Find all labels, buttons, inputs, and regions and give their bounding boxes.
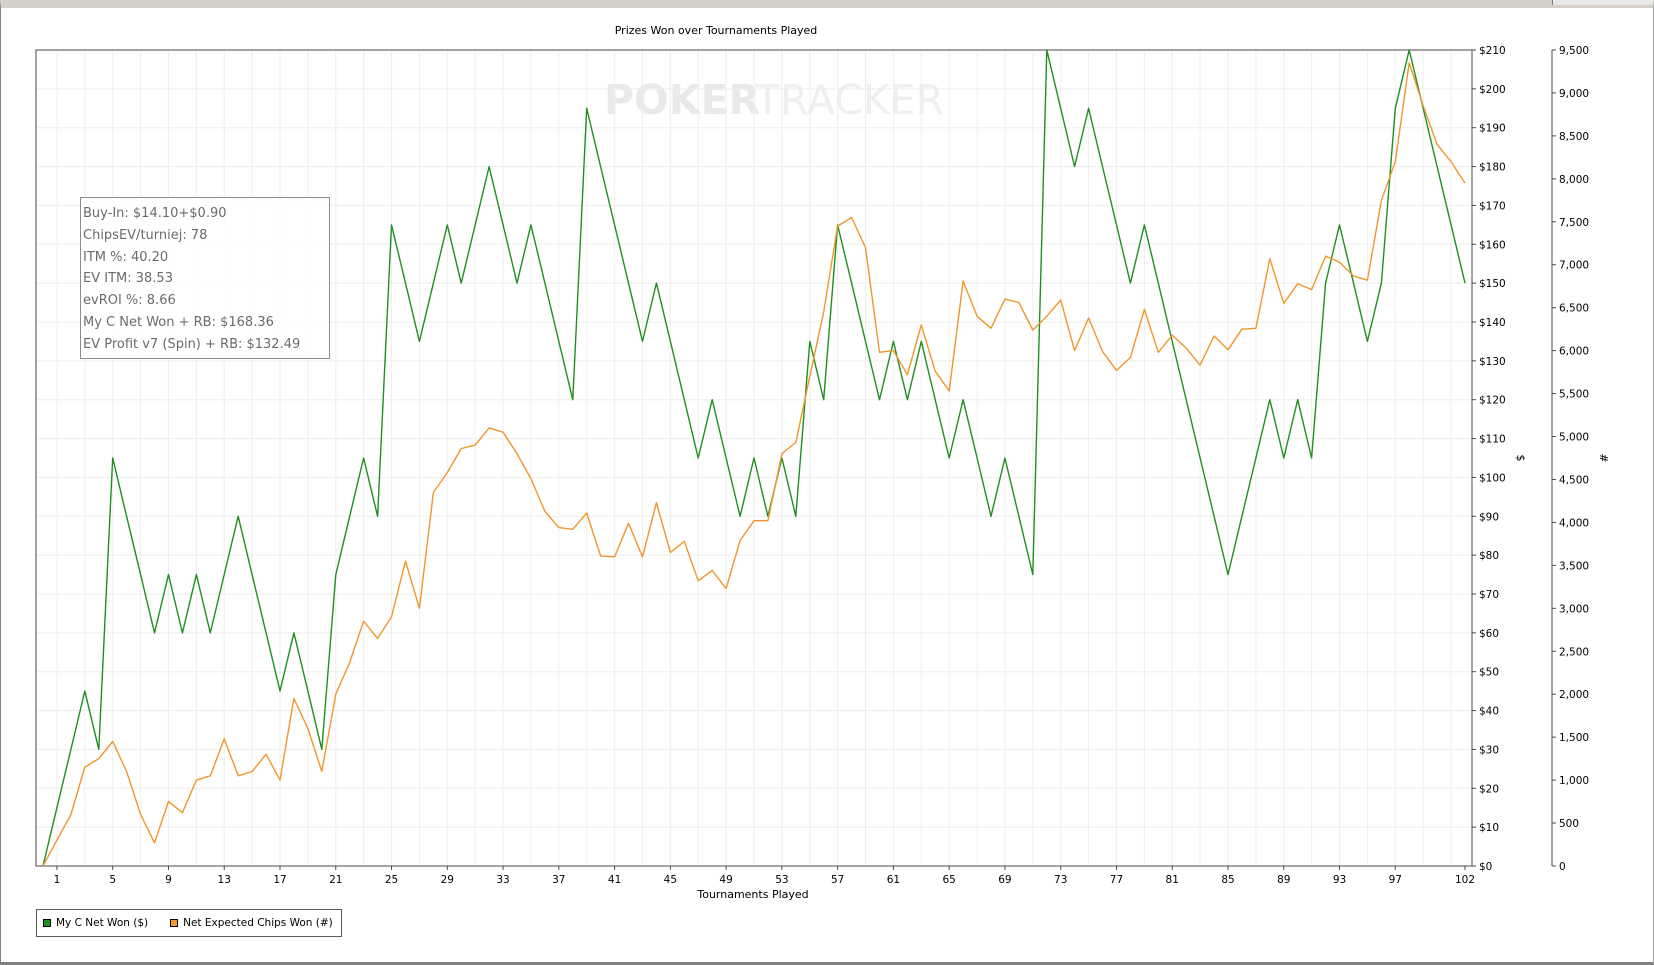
stat-buy-in: Buy-In: $14.10+$0.90: [83, 206, 227, 221]
x-tick-label: 57: [831, 874, 844, 886]
y-axis-dollar: $0 $10 $20 $30 $40 $50 $60 $70 $80 $90 $100 $110 $12…: [1471, 45, 1506, 873]
x-tick-label: 37: [552, 874, 565, 886]
y-tick-dollar-label: $90: [1479, 511, 1499, 523]
watermark-poker: POKER: [604, 76, 760, 124]
x-tick-label: 33: [496, 874, 509, 886]
y-tick-chips-label: 3,500: [1559, 560, 1589, 572]
x-tick-label: 41: [608, 874, 621, 886]
x-tick-label: 81: [1166, 874, 1179, 886]
y-tick-dollar-label: $100: [1479, 472, 1506, 484]
y-axis-chips: 0 500 1,000 1,500 2,000 2,500 3,000 3,500 4,000 4…: [1551, 45, 1589, 873]
x-tick-label: 73: [1054, 874, 1067, 886]
y-tick-chips-label: 7,000: [1559, 260, 1589, 272]
x-tick-label: 5: [109, 874, 116, 886]
stat-net-won: My C Net Won + RB: $168.36: [83, 314, 274, 330]
y-tick-chips-label: 9,000: [1559, 88, 1589, 100]
x-tick-label: 85: [1221, 874, 1234, 886]
y-tick-dollar-label: $190: [1479, 123, 1506, 135]
y-tick-dollar-label: $10: [1479, 822, 1499, 834]
stat-evroi: evROI %: 8.66: [83, 293, 176, 309]
x-tick-label: 13: [218, 874, 231, 886]
stat-ev-itm: EV ITM: 38.53: [83, 271, 173, 287]
y-tick-dollar-label: $0: [1479, 861, 1492, 873]
x-tick-label: 25: [385, 874, 398, 886]
y-tick-chips-label: 8,000: [1559, 174, 1589, 186]
y-tick-chips-label: 5,500: [1559, 389, 1589, 401]
y-tick-chips-label: 8,500: [1559, 131, 1589, 143]
x-tick-label: 9: [165, 874, 172, 886]
x-tick-label: 21: [329, 874, 342, 886]
y-tick-dollar-label: $70: [1479, 589, 1499, 601]
y-tick-dollar-label: $50: [1479, 667, 1499, 679]
y-tick-dollar-label: $40: [1479, 706, 1499, 718]
y-tick-dollar-label: $110: [1479, 434, 1506, 446]
y-tick-chips-label: 6,500: [1559, 303, 1589, 315]
y-tick-chips-label: 1,500: [1559, 732, 1589, 744]
y-tick-dollar-label: $80: [1479, 550, 1499, 562]
stats-box: Buy-In: $14.10+$0.90 ChipsEV/turniej: 78…: [80, 197, 330, 359]
x-tick-label: 89: [1277, 874, 1290, 886]
legend-swatch-orange: [170, 919, 179, 927]
y-axis-dollar-label: $: [1514, 455, 1527, 462]
y-axis-chips-label: #: [1597, 453, 1610, 462]
y-tick-chips-label: 1,000: [1559, 775, 1589, 787]
y-tick-chips-label: 500: [1559, 818, 1579, 830]
stat-itm: ITM %: 40.20: [83, 249, 169, 265]
x-axis: 1 5 9 13 17 21 25 29 33 37 41 45 49 53 57 61 65 69 73 77 81 8…: [54, 866, 1475, 886]
y-tick-dollar-label: $140: [1479, 317, 1506, 329]
y-tick-dollar-label: $20: [1479, 783, 1499, 795]
y-tick-dollar-label: $200: [1479, 84, 1506, 96]
legend: My C Net Won ($) Net Expected Chips Won …: [36, 909, 342, 937]
x-tick-label: 102: [1455, 874, 1475, 886]
y-tick-chips-label: 9,500: [1559, 45, 1589, 57]
x-tick-label: 93: [1333, 874, 1346, 886]
x-tick-label: 53: [775, 874, 788, 886]
stat-ev-profit: EV Profit v7 (Spin) + RB: $132.49: [83, 336, 301, 352]
y-tick-dollar-label: $210: [1479, 45, 1506, 57]
watermark-tracker: TRACKER: [754, 76, 944, 124]
x-tick-label: 65: [942, 874, 955, 886]
legend-label-net-won: My C Net Won ($): [56, 917, 149, 929]
x-tick-label: 29: [441, 874, 454, 886]
chart-title: Prizes Won over Tournaments Played: [615, 24, 818, 37]
y-tick-dollar-label: $170: [1479, 200, 1506, 212]
stat-chips-ev: ChipsEV/turniej: 78: [83, 227, 208, 243]
x-tick-label: 77: [1110, 874, 1123, 886]
x-tick-label: 97: [1389, 874, 1402, 886]
legend-swatch-green: [43, 919, 51, 927]
y-tick-dollar-label: $120: [1479, 395, 1506, 407]
legend-label-ev-chips: Net Expected Chips Won (#): [183, 917, 333, 929]
x-tick-label: 1: [54, 874, 61, 886]
legend-item-ev-chips[interactable]: Net Expected Chips Won (#): [170, 917, 333, 929]
y-tick-chips-label: 3,000: [1559, 603, 1589, 615]
y-tick-chips-label: 6,000: [1559, 346, 1589, 358]
y-tick-dollar-label: $130: [1479, 356, 1506, 368]
x-tick-label: 69: [998, 874, 1011, 886]
y-tick-chips-label: 5,000: [1559, 432, 1589, 444]
y-tick-chips-label: 7,500: [1559, 217, 1589, 229]
y-tick-dollar-label: $150: [1479, 278, 1506, 290]
y-tick-chips-label: 0: [1559, 861, 1566, 873]
x-tick-label: 61: [887, 874, 900, 886]
prizes-chart: Prizes Won over Tournaments Played POKER…: [35, 24, 1610, 901]
legend-item-net-won[interactable]: My C Net Won ($): [43, 917, 148, 929]
x-tick-label: 45: [664, 874, 677, 886]
x-tick-label: 17: [273, 874, 286, 886]
y-tick-dollar-label: $160: [1479, 239, 1506, 251]
y-tick-chips-label: 4,000: [1559, 517, 1589, 529]
y-tick-chips-label: 2,500: [1559, 646, 1589, 658]
y-tick-dollar-label: $60: [1479, 628, 1499, 640]
y-tick-chips-label: 2,000: [1559, 689, 1589, 701]
x-axis-label: Tournaments Played: [696, 888, 808, 901]
y-tick-dollar-label: $180: [1479, 162, 1506, 174]
x-tick-label: 49: [719, 874, 732, 886]
y-tick-dollar-label: $30: [1479, 744, 1499, 756]
y-tick-chips-label: 4,500: [1559, 474, 1589, 486]
